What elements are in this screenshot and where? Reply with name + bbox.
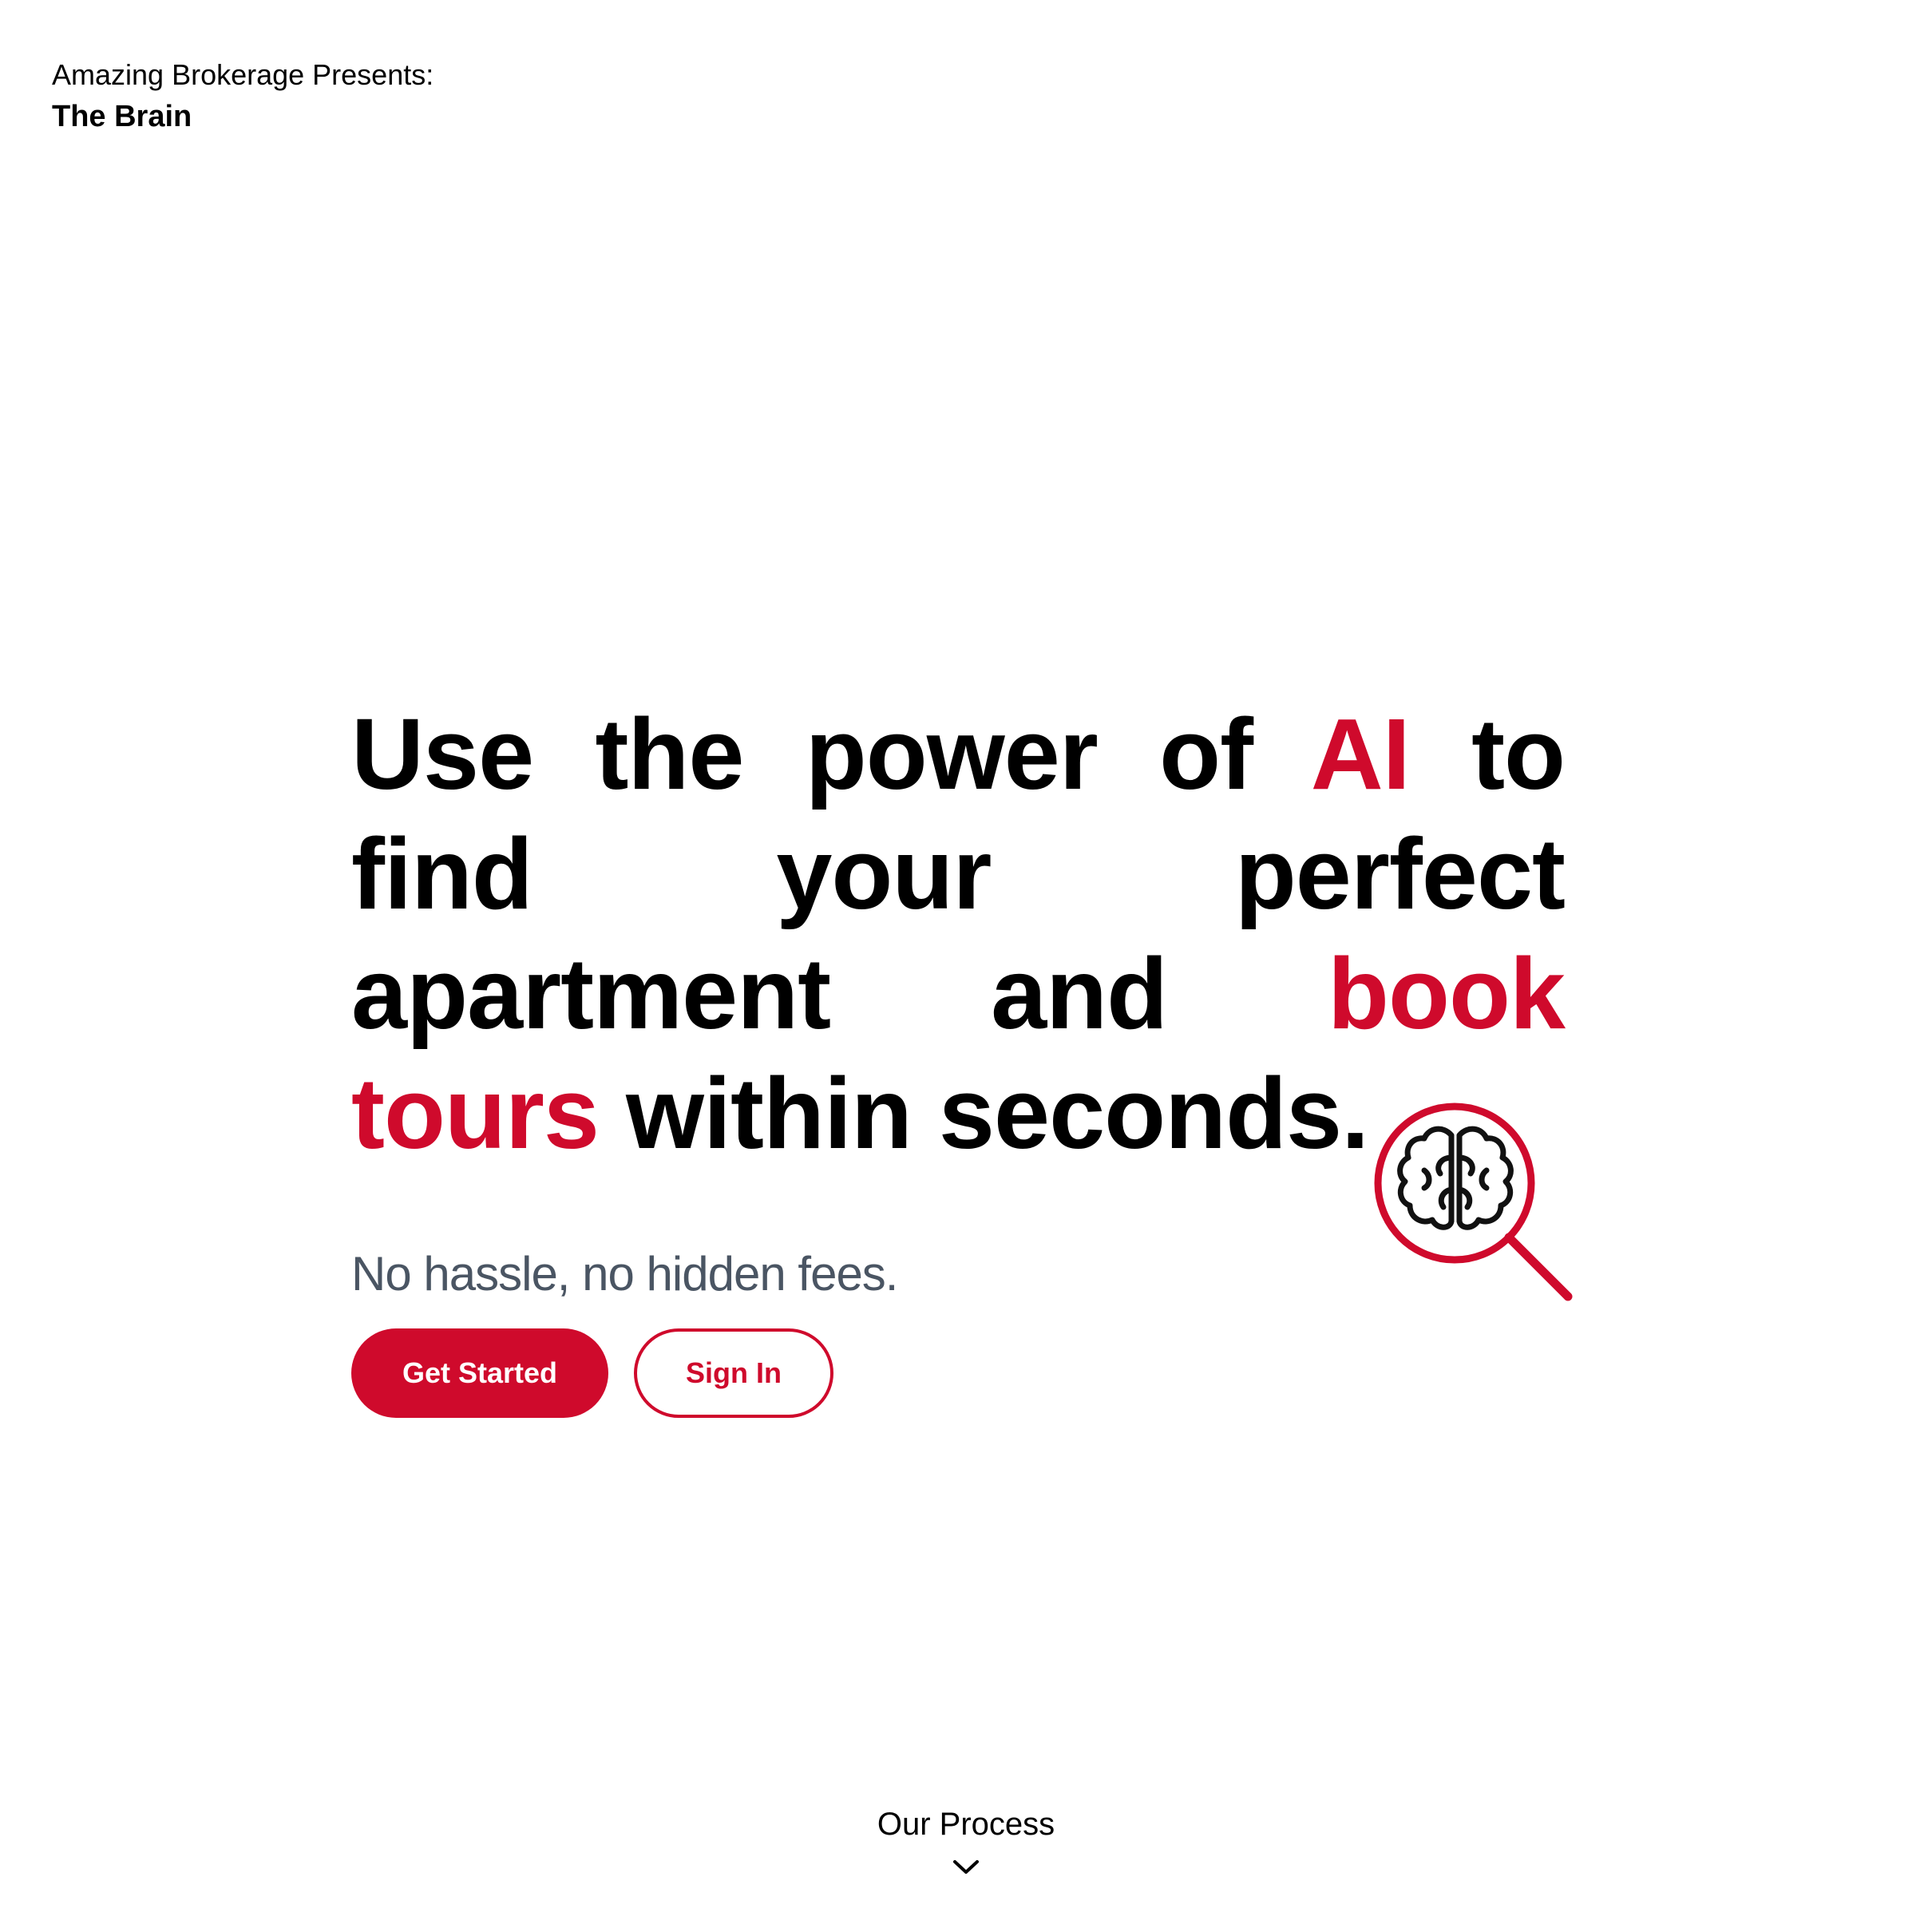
brain-magnifier-icon (1373, 1102, 1581, 1309)
process-section: Our Process (0, 1804, 1932, 1880)
our-process-link[interactable]: Our Process (0, 1804, 1932, 1844)
headline-text-3: within seconds. (599, 1057, 1369, 1170)
headline-accent-ai: AI (1310, 698, 1411, 810)
get-started-button[interactable]: Get Started (351, 1328, 608, 1418)
sign-in-button[interactable]: Sign In (634, 1328, 833, 1418)
hero-buttons: Get Started Sign In (351, 1328, 1565, 1418)
hero-section: Use the power of AI to find your perfect… (351, 695, 1566, 1418)
chevron-down-icon[interactable] (952, 1857, 980, 1876)
brand-presents-text: Amazing Brokerage Presents: (52, 58, 434, 91)
headline-text-1: Use the power of (351, 698, 1311, 810)
brand-name[interactable]: The Brain (52, 94, 434, 139)
brand-block: Amazing Brokerage Presents: The Brain (52, 56, 434, 139)
